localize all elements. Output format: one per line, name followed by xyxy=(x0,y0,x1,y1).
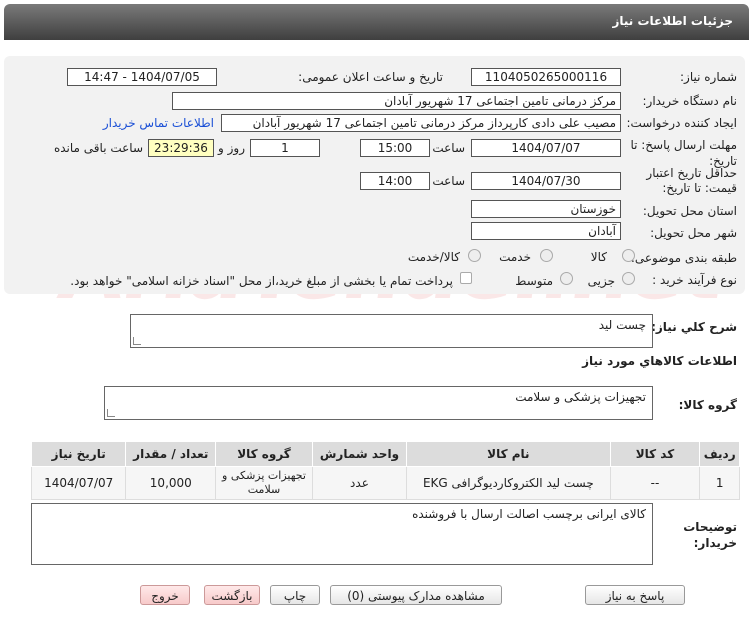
buyer-notes-text: کالای ایرانی برچسب اصالت ارسال با فروشند… xyxy=(412,507,646,521)
announce-label: تاریخ و ساعت اعلان عمومی: xyxy=(298,70,443,84)
process-option-medium: متوسط xyxy=(515,274,553,288)
category-radio-service[interactable] xyxy=(540,249,553,262)
category-option-goods: کالا xyxy=(590,250,607,264)
validity-label-1: حداقل تاریخ اعتبار xyxy=(646,166,737,180)
deadline-date-field: 1404/07/07 xyxy=(471,139,621,157)
buyer-org-field: مرکز درمانی تامین اجتماعی 17 شهریور آباد… xyxy=(172,92,621,110)
print-button[interactable]: چاپ xyxy=(270,585,320,605)
resize-grip-icon xyxy=(107,409,115,417)
payment-note: پرداخت تمام یا بخشی از مبلغ خرید،از محل … xyxy=(70,274,453,288)
days-field: 1 xyxy=(250,139,320,157)
remaining-time-field: 23:29:36 xyxy=(148,139,214,157)
validity-label-2: قیمت: تا تاریخ: xyxy=(662,181,737,195)
cell-code: -- xyxy=(609,466,701,500)
buyer-notes-field: کالای ایرانی برچسب اصالت ارسال با فروشند… xyxy=(31,503,653,565)
validity-time-label: ساعت xyxy=(432,174,465,188)
province-field: خوزستان xyxy=(471,200,621,218)
process-radio-minor[interactable] xyxy=(622,272,635,285)
process-label: نوع فرآیند خرید : xyxy=(652,273,737,287)
col-date: تاريخ نياز xyxy=(30,441,127,467)
reply-button[interactable]: پاسخ به نیاز xyxy=(585,585,685,605)
contact-info-link[interactable]: اطلاعات تماس خریدار xyxy=(103,116,214,130)
col-group: گروه کالا xyxy=(215,441,313,467)
cell-quantity: 10,000 xyxy=(125,466,217,500)
header-bar: جزئیات اطلاعات نیاز xyxy=(4,4,749,40)
col-name: نام کالا xyxy=(406,441,611,467)
goods-group-text: تجهیزات پزشکی و سلامت xyxy=(515,390,646,404)
summary-field: چست لید xyxy=(130,314,653,348)
table-header-row: رديف کد کالا نام کالا واحد شمارش گروه کا… xyxy=(30,441,740,467)
buyer-notes-label-1: توضیحات xyxy=(683,520,737,534)
requester-field: مصیب علی دادی کارپرداز مرکز درمانی تامین… xyxy=(221,114,621,132)
col-unit: واحد شمارش xyxy=(311,441,408,467)
buyer-notes-label-2: خریدار: xyxy=(693,536,737,550)
col-quantity: تعداد / مقدار xyxy=(125,441,217,467)
col-row: رديف xyxy=(699,441,740,467)
exit-button[interactable]: خروج xyxy=(140,585,190,605)
summary-text: چست لید xyxy=(598,318,646,332)
requester-label: ایجاد کننده درخواست: xyxy=(626,116,737,130)
cell-name: چست لید الکتروکاردیوگرافی EKG xyxy=(406,466,611,500)
cell-group: تجهیزات پزشکی و سلامت xyxy=(215,466,313,500)
category-radio-goods-service[interactable] xyxy=(468,249,481,262)
cell-date: 1404/07/07 xyxy=(30,466,127,500)
city-field: آبادان xyxy=(471,222,621,240)
resize-grip-icon xyxy=(133,337,141,345)
items-table: رديف کد کالا نام کالا واحد شمارش گروه کا… xyxy=(30,441,740,500)
category-radio-goods[interactable] xyxy=(622,249,635,262)
goods-info-title: اطلاعات کالاهاي مورد نياز xyxy=(582,354,737,368)
buyer-org-label: نام دستگاه خریدار: xyxy=(642,94,738,108)
cell-row: 1 xyxy=(699,466,740,500)
city-label: شهر محل تحویل: xyxy=(650,226,737,240)
table-row[interactable]: 1 -- چست لید الکتروکاردیوگرافی EKG عدد ت… xyxy=(30,466,740,500)
summary-label: شرح کلي نياز: xyxy=(651,320,737,334)
province-label: استان محل تحویل: xyxy=(642,204,737,218)
deadline-time-field: 15:00 xyxy=(360,139,430,157)
validity-time-field: 14:00 xyxy=(360,172,430,190)
col-code: کد کالا xyxy=(609,441,701,467)
category-label: طبقه بندی موضوعی: xyxy=(630,251,737,265)
category-option-service: خدمت xyxy=(499,250,531,264)
goods-group-field: تجهیزات پزشکی و سلامت xyxy=(104,386,653,420)
deadline-time-label: ساعت xyxy=(432,141,465,155)
deadline-label: مهلت ارسال پاسخ: تا تاریخ: xyxy=(630,138,737,168)
announce-field: 1404/07/05 - 14:47 xyxy=(67,68,217,86)
page-title: جزئیات اطلاعات نیاز xyxy=(612,14,733,28)
need-number-field: 1104050265000116 xyxy=(471,68,621,86)
remaining-label: ساعت باقی مانده xyxy=(53,141,143,155)
need-number-label: شماره نیاز: xyxy=(680,70,737,84)
goods-group-label: گروه کالا: xyxy=(678,398,737,412)
category-option-goods-service: کالا/خدمت xyxy=(407,250,460,264)
treasury-checkbox[interactable] xyxy=(460,272,472,284)
process-option-minor: جزیی xyxy=(587,274,615,288)
days-label: روز و xyxy=(218,141,245,155)
back-button[interactable]: بازگشت xyxy=(204,585,260,605)
cell-unit: عدد xyxy=(311,466,408,500)
process-radio-medium[interactable] xyxy=(560,272,573,285)
validity-date-field: 1404/07/30 xyxy=(471,172,621,190)
attachments-button[interactable]: مشاهده مدارک پیوستی (0) xyxy=(330,585,502,605)
